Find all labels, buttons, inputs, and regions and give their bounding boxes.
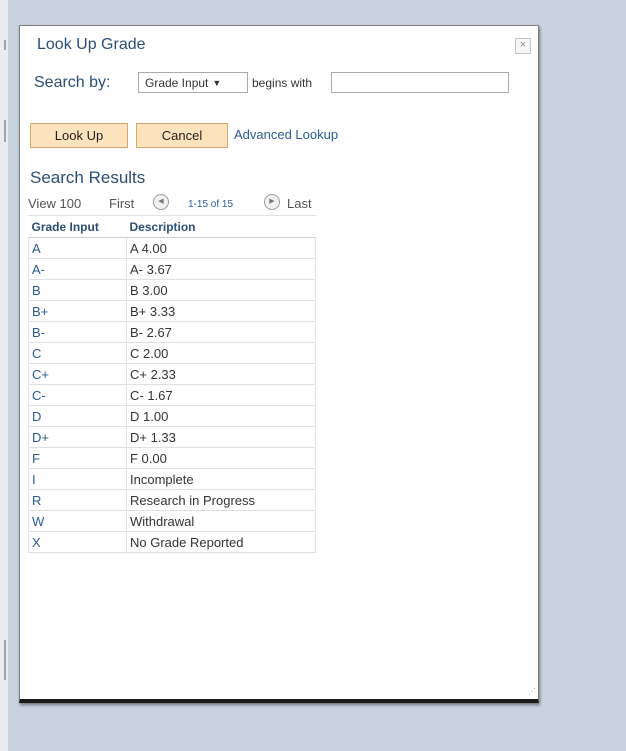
table-row[interactable]: D+ D+ 1.33 <box>28 426 316 448</box>
description-cell[interactable]: C 2.00 <box>126 342 316 364</box>
description-cell[interactable]: F 0.00 <box>126 447 316 469</box>
first-link[interactable]: First <box>109 196 134 211</box>
grade-input-cell[interactable]: D+ <box>28 426 127 448</box>
description-cell[interactable]: Research in Progress <box>126 489 316 511</box>
description-cell[interactable]: B+ 3.33 <box>126 300 316 322</box>
table-row[interactable]: DD 1.00 <box>28 405 316 427</box>
grade-input-cell[interactable]: D <box>28 405 127 427</box>
description-cell[interactable]: C- 1.67 <box>126 384 316 406</box>
table-row[interactable]: R Research in Progress <box>28 489 316 511</box>
grade-input-cell[interactable]: F <box>28 447 127 469</box>
description-cell[interactable]: D+ 1.33 <box>126 426 316 448</box>
grid-navigation: View 100 First ◀ 1-15 of 15 ▶ Last <box>28 190 316 216</box>
edge-mark <box>4 640 6 680</box>
table-row[interactable]: CC 2.00 <box>28 342 316 364</box>
table-header-row: Grade Input Description <box>28 216 316 238</box>
search-field-select[interactable]: Grade Input ▼ <box>138 72 248 93</box>
table-row[interactable]: BB 3.00 <box>28 279 316 301</box>
dropdown-arrow-icon: ▼ <box>212 78 222 88</box>
advanced-lookup-link[interactable]: Advanced Lookup <box>234 127 338 142</box>
table-row[interactable]: I Incomplete <box>28 468 316 490</box>
description-cell[interactable]: D 1.00 <box>126 405 316 427</box>
description-cell[interactable]: C+ 2.33 <box>126 363 316 385</box>
table-row[interactable]: C+ C+ 2.33 <box>28 363 316 385</box>
modal-title-bar: Look Up Grade × <box>20 26 538 64</box>
resize-grip-icon[interactable]: ⋰ <box>528 687 536 696</box>
lookup-modal: Look Up Grade × Search by: Grade Input ▼ … <box>19 25 539 703</box>
search-input[interactable] <box>331 72 509 93</box>
table-row[interactable]: A- A- 3.67 <box>28 258 316 280</box>
search-results-title: Search Results <box>30 168 146 187</box>
row-range-label: 1-15 of 15 <box>188 199 234 210</box>
grade-input-cell[interactable]: I <box>28 468 127 490</box>
grade-input-cell[interactable]: W <box>28 510 127 532</box>
description-cell[interactable]: B- 2.67 <box>126 321 316 343</box>
results-table: Grade Input Description AA 4.00 A- A- 3.67… <box>28 216 316 553</box>
grade-input-cell[interactable]: R <box>28 489 127 511</box>
table-row[interactable]: X No Grade Reported <box>28 531 316 553</box>
column-header-grade-input[interactable]: Grade Input <box>28 216 127 238</box>
grade-input-cell[interactable]: A <box>28 237 127 259</box>
grade-input-cell[interactable]: C- <box>28 384 127 406</box>
next-page-icon[interactable]: ▶ <box>264 194 280 210</box>
operator-label: begins with <box>252 76 313 90</box>
description-cell[interactable]: No Grade Reported <box>126 531 316 553</box>
description-cell[interactable]: Incomplete <box>126 468 316 490</box>
close-icon: × <box>519 39 527 51</box>
results-grid: View 100 First ◀ 1-15 of 15 ▶ Last Grade… <box>28 190 316 553</box>
search-by-label: Search by: <box>34 74 111 91</box>
look-up-button[interactable]: Look Up <box>30 123 128 148</box>
description-cell[interactable]: B 3.00 <box>126 279 316 301</box>
cancel-button[interactable]: Cancel <box>136 123 228 148</box>
search-field-value: Grade Input <box>145 76 209 90</box>
results-body: AA 4.00 A- A- 3.67 B B 3.00 B+ B+ 3.33 B- B- 2.6… <box>28 237 316 553</box>
grade-input-cell[interactable]: A- <box>28 258 127 280</box>
grade-input-cell[interactable]: C+ <box>28 363 127 385</box>
grade-input-cell[interactable]: C <box>28 342 127 364</box>
previous-page-icon[interactable]: ◀ <box>153 194 169 210</box>
page-edge <box>0 0 8 751</box>
description-cell[interactable]: A- 3.67 <box>126 258 316 280</box>
close-button[interactable]: × <box>515 38 531 54</box>
description-cell[interactable]: A 4.00 <box>126 237 316 259</box>
description-cell[interactable]: Withdrawal <box>126 510 316 532</box>
grade-input-cell[interactable]: B- <box>28 321 127 343</box>
table-row[interactable]: C- C- 1.67 <box>28 384 316 406</box>
grade-input-cell[interactable]: B+ <box>28 300 127 322</box>
table-row[interactable]: B+ B+ 3.33 <box>28 300 316 322</box>
table-row[interactable]: AA 4.00 <box>28 237 316 259</box>
modal-title: Look Up Grade <box>37 36 146 53</box>
edge-mark <box>4 120 6 142</box>
grade-input-cell[interactable]: X <box>28 531 127 553</box>
table-row[interactable]: FF 0.00 <box>28 447 316 469</box>
table-row[interactable]: W Withdrawal <box>28 510 316 532</box>
table-row[interactable]: B- B- 2.67 <box>28 321 316 343</box>
grade-input-cell[interactable]: B <box>28 279 127 301</box>
edge-mark <box>4 40 6 50</box>
last-link[interactable]: Last <box>287 196 312 211</box>
view-100-link[interactable]: View 100 <box>28 196 81 211</box>
column-header-description[interactable]: Description <box>126 216 316 238</box>
